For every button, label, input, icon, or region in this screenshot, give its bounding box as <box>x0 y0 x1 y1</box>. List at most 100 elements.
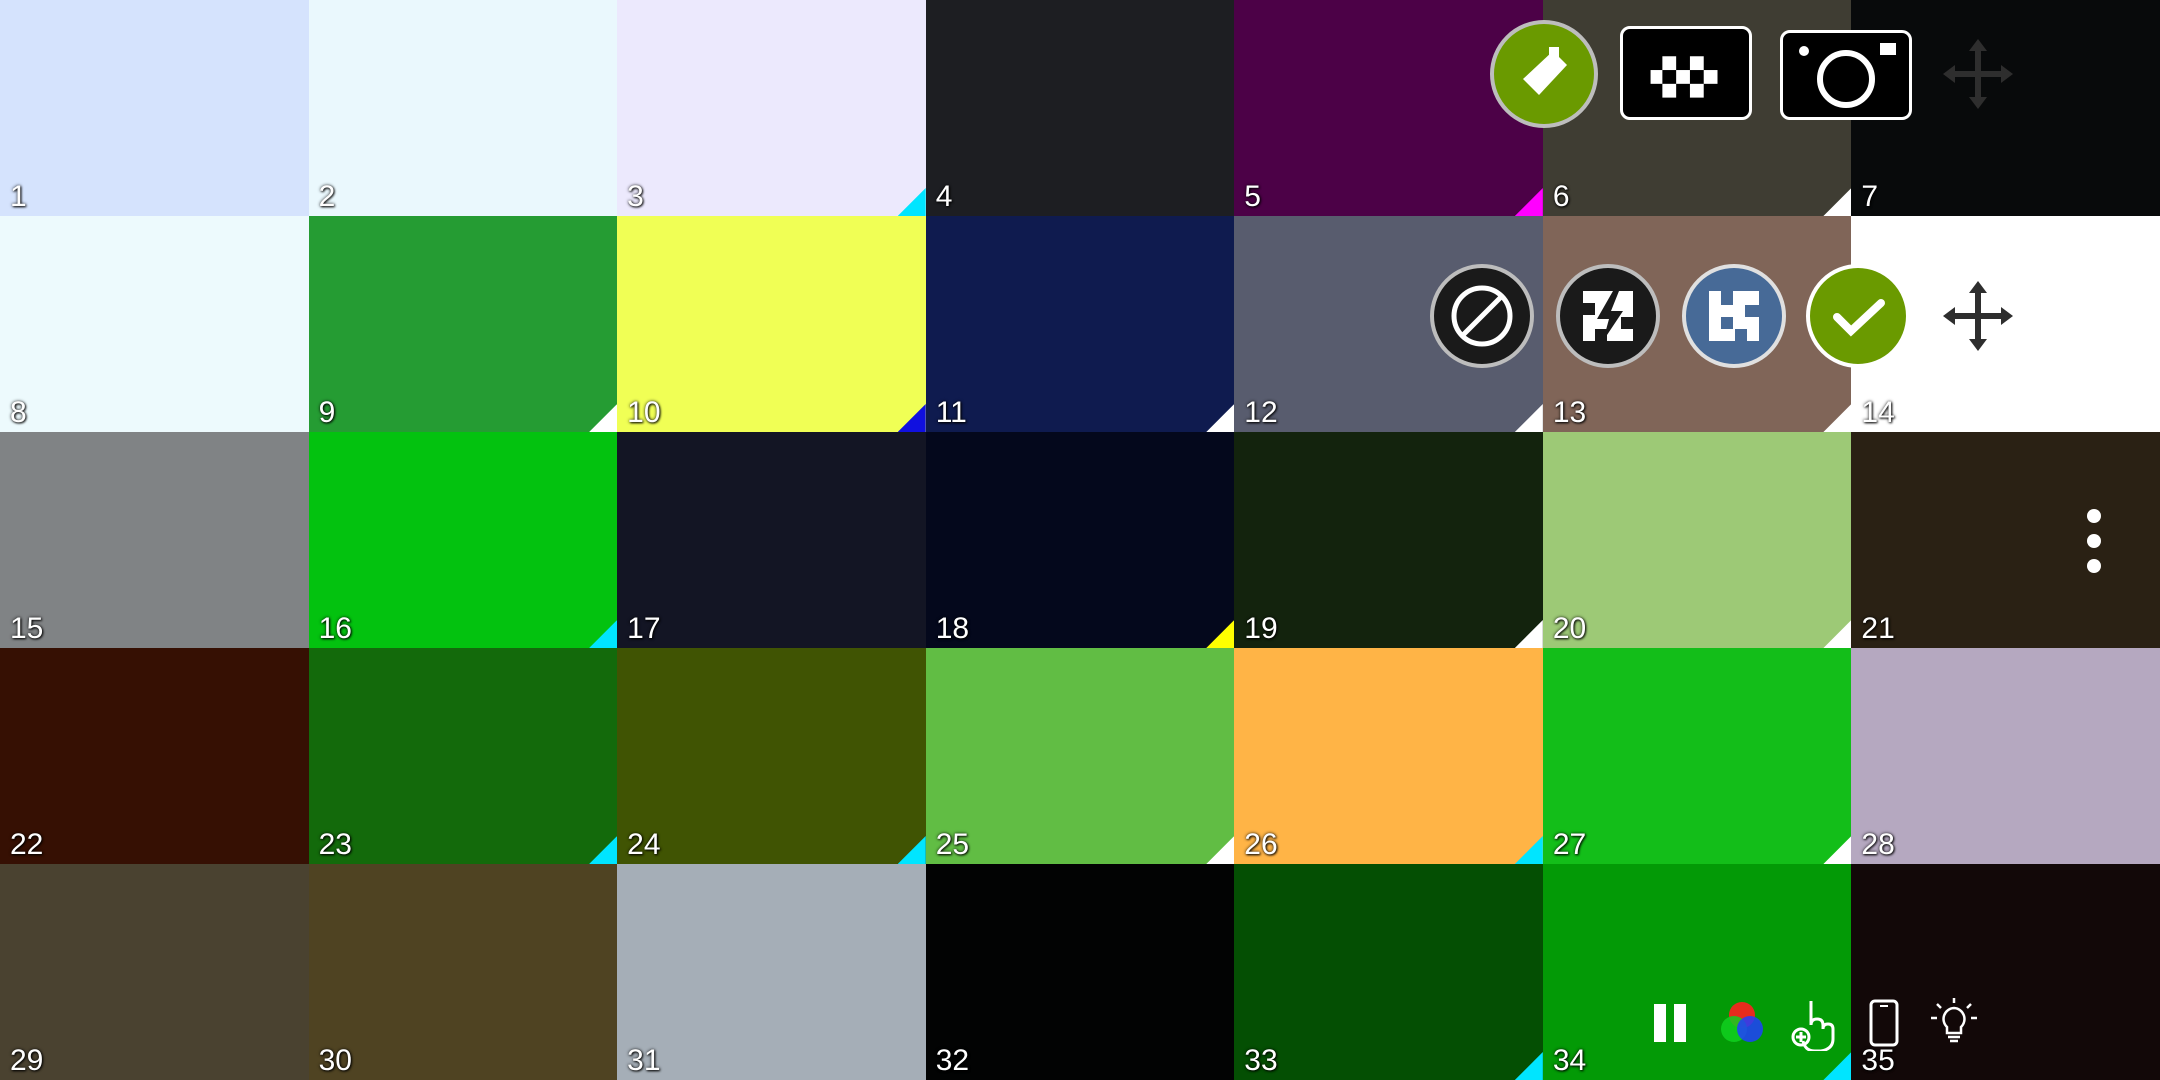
corner-marker <box>1514 404 1543 432</box>
corner-marker <box>1823 188 1852 216</box>
color-tile[interactable]: 26 <box>1234 648 1543 864</box>
color-tile[interactable]: 18 <box>925 432 1235 648</box>
tile-number: 29 <box>10 1044 44 1077</box>
tile-number: 13 <box>1552 396 1587 429</box>
color-tile[interactable]: 8 <box>0 216 309 432</box>
kebab-menu-icon <box>2087 509 2101 573</box>
tile-number: 27 <box>1552 828 1587 861</box>
flash-pattern-button[interactable] <box>1556 264 1660 368</box>
tile-number: 32 <box>935 1044 970 1077</box>
pattern-button[interactable] <box>1682 264 1786 368</box>
color-tile[interactable]: 10 <box>617 216 926 432</box>
color-tile[interactable]: 24 <box>617 648 926 864</box>
corner-marker <box>1823 620 1852 648</box>
phone-button[interactable] <box>1854 988 1914 1058</box>
color-tile[interactable]: 11 <box>925 216 1235 432</box>
color-tile[interactable]: 4 <box>925 0 1235 216</box>
color-tile[interactable]: 33 <box>1234 864 1543 1080</box>
corner-marker <box>1514 188 1543 216</box>
color-tile[interactable]: 2 <box>308 0 618 216</box>
pause-button[interactable] <box>1640 988 1700 1058</box>
color-tile[interactable]: 1 <box>0 0 309 216</box>
tile-number: 26 <box>1244 828 1278 861</box>
tile-number: 19 <box>1244 612 1278 645</box>
pipette-icon <box>1523 47 1567 95</box>
color-tile[interactable]: 30 <box>308 864 618 1080</box>
move-icon <box>1943 281 2013 351</box>
tile-number: 31 <box>627 1044 661 1077</box>
tile-number: 6 <box>1552 180 1570 213</box>
color-tile[interactable]: 20 <box>1542 432 1852 648</box>
palette-folder-button[interactable] <box>1620 26 1752 120</box>
bulb-icon <box>1931 998 1977 1043</box>
color-tile[interactable]: 31 <box>617 864 926 1080</box>
color-tile[interactable]: 23 <box>308 648 618 864</box>
tile-number: 5 <box>1244 180 1261 213</box>
tile-number: 10 <box>627 396 661 429</box>
corner-marker <box>1206 836 1235 864</box>
tile-number: 24 <box>627 828 661 861</box>
tile-number: 25 <box>935 828 970 861</box>
corner-marker <box>1206 620 1235 648</box>
rgb-button[interactable] <box>1712 988 1772 1058</box>
pick-color-button[interactable] <box>1490 20 1598 128</box>
corner-marker <box>1514 620 1543 648</box>
color-tile[interactable]: 3 <box>617 0 926 216</box>
color-tile[interactable]: 15 <box>0 432 309 648</box>
corner-marker <box>1823 836 1852 864</box>
pause-icon <box>1654 1004 1686 1042</box>
corner-marker <box>897 188 926 216</box>
phone-icon <box>1869 999 1899 1047</box>
color-tile-grid: 1 2 3 4 5 6 7 8 9 10 11 12 13 14 15 16 17 18 19 20 21 22 23 24 2… <box>0 0 2160 1080</box>
tile-number: 3 <box>627 180 644 213</box>
overflow-menu-button[interactable] <box>2074 496 2114 586</box>
color-tile[interactable]: 32 <box>925 864 1235 1080</box>
tile-number: 30 <box>318 1044 352 1077</box>
color-tile[interactable]: 17 <box>617 432 926 648</box>
tile-number: 8 <box>10 396 27 429</box>
tile-number: 14 <box>1861 396 1895 429</box>
corner-marker <box>1823 404 1852 432</box>
color-tile[interactable]: 9 <box>308 216 618 432</box>
tile-number: 23 <box>318 828 352 861</box>
corner-marker <box>1514 1052 1543 1080</box>
tile-number: 12 <box>1244 396 1278 429</box>
move-icon <box>1943 39 2013 109</box>
tile-number: 34 <box>1552 1044 1587 1077</box>
tile-number: 4 <box>935 180 953 213</box>
touch-add-button[interactable] <box>1784 988 1844 1058</box>
color-tile[interactable]: 5 <box>1234 0 1543 216</box>
folder-pattern-icon <box>1650 56 1718 98</box>
tile-number: 28 <box>1861 828 1895 861</box>
move-toolbar-handle-top[interactable] <box>1938 34 2018 114</box>
camera-button[interactable] <box>1780 30 1912 120</box>
tile-number: 7 <box>1861 180 1879 213</box>
confirm-button[interactable] <box>1806 264 1910 368</box>
light-button[interactable] <box>1924 988 1984 1058</box>
hand-add-icon <box>1791 1001 1835 1051</box>
corner-marker <box>897 404 926 432</box>
corner-marker <box>589 404 618 432</box>
none-button[interactable] <box>1430 264 1534 368</box>
color-tile[interactable]: 19 <box>1234 432 1543 648</box>
pattern-grid-icon <box>1709 291 1759 341</box>
color-tile[interactable]: 28 <box>1851 648 2160 864</box>
check-icon <box>1833 299 1885 337</box>
rgb-circles-icon <box>1721 1002 1763 1042</box>
move-toolbar-handle-mid[interactable] <box>1938 276 2018 356</box>
color-tile[interactable]: 16 <box>308 432 618 648</box>
tile-number: 1 <box>10 180 27 213</box>
corner-marker <box>897 836 926 864</box>
tile-number: 16 <box>318 612 352 645</box>
color-tile[interactable]: 27 <box>1542 648 1852 864</box>
color-tile[interactable]: 29 <box>0 864 309 1080</box>
tile-number: 17 <box>627 612 661 645</box>
tile-number: 33 <box>1244 1044 1278 1077</box>
tile-number: 2 <box>318 180 336 213</box>
prohibit-icon <box>1451 285 1513 347</box>
color-tile[interactable]: 22 <box>0 648 309 864</box>
corner-marker <box>1206 404 1235 432</box>
color-tile[interactable]: 25 <box>925 648 1235 864</box>
tile-number: 11 <box>935 396 967 429</box>
flash-grid-icon <box>1583 291 1633 341</box>
